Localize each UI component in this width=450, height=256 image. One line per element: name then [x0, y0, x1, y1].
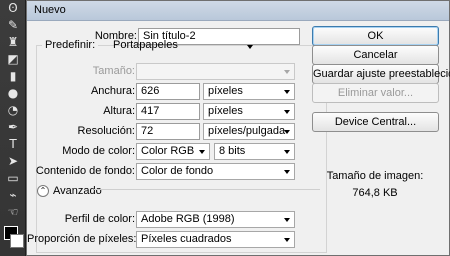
chevron-down-icon — [284, 150, 290, 154]
eyedropper-icon[interactable]: ⌁ — [5, 187, 21, 203]
brush-icon[interactable]: ✎ — [5, 17, 21, 33]
width-input[interactable]: 626 — [136, 83, 200, 100]
bit-depth-value: 8 bits — [219, 145, 246, 157]
color-mode-select[interactable]: Color RGB — [136, 143, 210, 160]
size-label: Tamaño: — [92, 65, 135, 77]
type-icon[interactable]: T — [5, 136, 21, 152]
size-select[interactable] — [136, 63, 295, 80]
gradient-icon[interactable]: ▮ — [5, 68, 21, 84]
rectangle-icon[interactable]: ▭ — [5, 170, 21, 186]
stamp-icon[interactable]: ♜ — [5, 34, 21, 50]
preset-select[interactable]: Portapapeles — [111, 39, 257, 56]
background-contents-label: Contenido de fondo: — [35, 165, 135, 177]
bit-depth-select[interactable]: 8 bits — [214, 143, 295, 160]
save-preset-button[interactable]: Guardar ajuste preestablecido... — [312, 64, 450, 84]
width-label: Anchura: — [90, 85, 135, 97]
dialog-title: Nuevo — [34, 4, 66, 16]
advanced-toggle-icon[interactable]: ⌃ — [37, 185, 49, 197]
resolution-unit-value: píxeles/pulgada — [208, 125, 286, 137]
chevron-down-icon — [284, 218, 290, 222]
resolution-label: Resolución: — [77, 125, 135, 137]
pixel-aspect-value: Píxeles cuadrados — [141, 233, 232, 245]
height-unit-select[interactable]: píxeles — [203, 103, 295, 120]
pen-icon[interactable]: ✒ — [5, 119, 21, 135]
chevron-down-icon — [284, 238, 290, 242]
height-unit-value: píxeles — [208, 105, 243, 117]
color-profile-value: Adobe RGB (1998) — [141, 213, 235, 225]
device-central-button[interactable]: Device Central... — [312, 112, 439, 132]
new-document-dialog: Nuevo Nombre: Sin título-2 Predefinir: P… — [26, 0, 450, 256]
hand-icon[interactable]: ☜ — [5, 204, 21, 220]
color-profile-label: Perfil de color: — [64, 213, 135, 225]
eraser-icon[interactable]: ◩ — [5, 51, 21, 67]
resolution-input[interactable]: 72 — [136, 123, 200, 140]
path-select-icon[interactable]: ➤ — [5, 153, 21, 169]
pixel-aspect-label: Proporción de píxeles: — [27, 233, 137, 245]
advanced-separator — [94, 189, 320, 190]
lasso-icon[interactable]: ʘ — [5, 0, 21, 16]
background-color-swatch[interactable] — [10, 234, 24, 248]
height-label: Altura: — [103, 105, 135, 117]
chevron-down-icon — [247, 45, 253, 49]
color-mode-label: Modo de color: — [62, 145, 135, 157]
chevron-down-icon — [199, 150, 205, 154]
chevron-down-icon — [284, 110, 290, 114]
pixel-aspect-select[interactable]: Píxeles cuadrados — [136, 231, 295, 248]
advanced-label[interactable]: Avanzado — [53, 185, 102, 197]
delete-preset-button[interactable]: Eliminar valor... — [312, 83, 439, 103]
chevron-down-icon — [284, 90, 290, 94]
resolution-unit-select[interactable]: píxeles/pulgada — [203, 123, 295, 140]
preset-legend: Predefinir: — [42, 39, 99, 51]
preset-label: Predefinir: — [45, 39, 96, 51]
background-contents-select[interactable]: Color de fondo — [136, 163, 295, 180]
height-input[interactable]: 417 — [136, 103, 200, 120]
tools-panel: ʘ ✎ ♜ ◩ ▮ ● ◔ ✒ T ➤ ▭ ⌁ ☜ — [0, 0, 26, 256]
color-profile-select[interactable]: Adobe RGB (1998) — [136, 211, 295, 228]
blur-icon[interactable]: ● — [5, 85, 21, 101]
image-size-label: Tamaño de imagen: — [326, 170, 424, 182]
image-size-value: 764,8 KB — [352, 187, 398, 199]
background-contents-value: Color de fondo — [141, 165, 214, 177]
width-unit-select[interactable]: píxeles — [203, 83, 295, 100]
width-unit-value: píxeles — [208, 85, 243, 97]
color-mode-value: Color RGB — [141, 145, 195, 157]
chevron-down-icon — [284, 70, 290, 74]
dodge-icon[interactable]: ◔ — [5, 102, 21, 118]
ok-button[interactable]: OK — [312, 26, 439, 46]
chevron-down-icon — [284, 170, 290, 174]
chevron-down-icon — [284, 130, 290, 134]
preset-value: Portapapeles — [113, 39, 178, 51]
dialog-titlebar[interactable]: Nuevo — [27, 1, 449, 21]
cancel-button[interactable]: Cancelar — [312, 45, 439, 65]
